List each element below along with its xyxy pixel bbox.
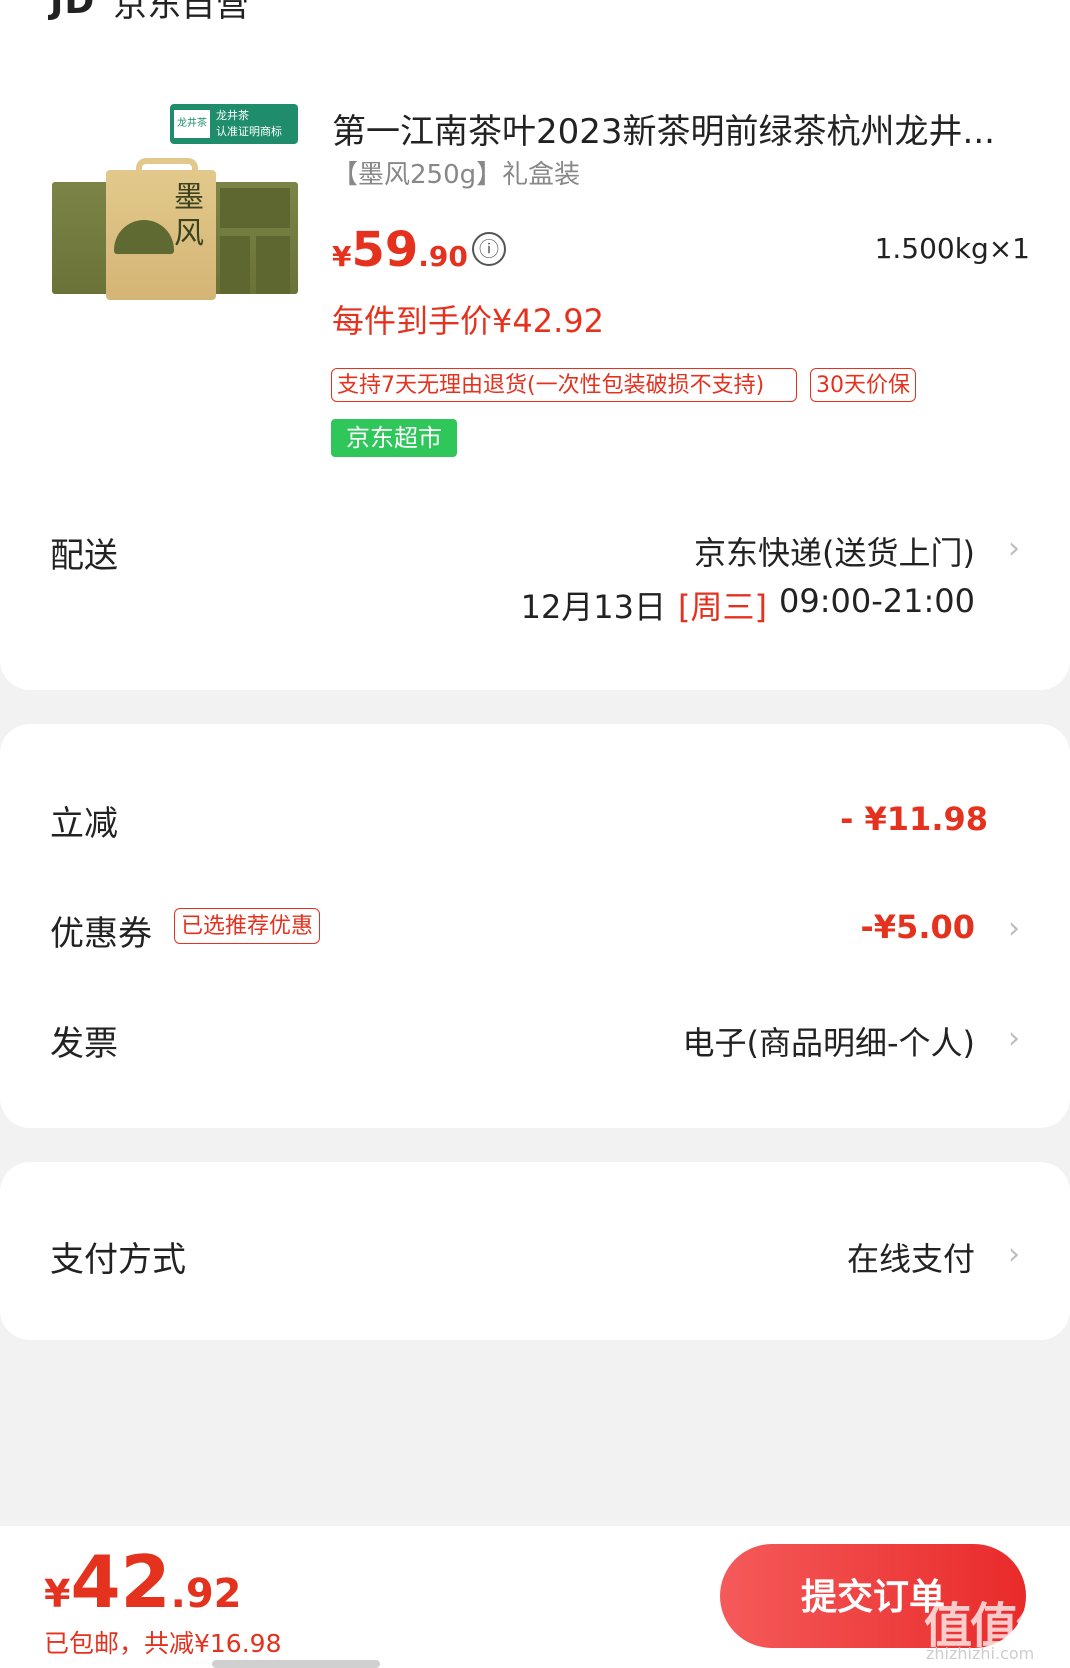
invoice-value[interactable]: 电子(商品明细-个人)	[682, 1018, 975, 1064]
delivery-weekday: [周三]	[678, 588, 768, 626]
order-total: ¥ 42 .92	[44, 1540, 242, 1624]
tea-tin	[256, 236, 290, 294]
watermark-url: zhizhizhi.com	[926, 1644, 1035, 1663]
chevron-right-icon[interactable]: ›	[1008, 1237, 1020, 1272]
trademark-badge-line2: 认准证明商标	[216, 125, 282, 138]
shop-name: 京东自营	[113, 0, 250, 25]
delivery-time[interactable]: 12月13日 [周三] 09:00-21:00	[521, 582, 975, 628]
tea-tin	[220, 236, 250, 294]
jd-supermarket-tag: 京东超市	[331, 419, 457, 457]
payment-value[interactable]: 在线支付	[847, 1234, 975, 1280]
trademark-badge-line1: 龙井茶	[216, 109, 249, 122]
total-integer: 42	[70, 1540, 171, 1624]
home-indicator	[212, 1660, 380, 1668]
delivery-date: 12月13日	[520, 588, 667, 626]
total-currency: ¥	[44, 1572, 71, 1616]
chevron-right-icon[interactable]: ›	[1008, 531, 1020, 566]
total-decimal: .92	[170, 1571, 242, 1617]
trademark-badge-logo: 龙井茶	[174, 110, 210, 138]
trademark-badge: 龙井茶 龙井茶 认准证明商标	[170, 104, 298, 144]
product-image[interactable]: 龙井茶 龙井茶 认准证明商标 墨风	[52, 100, 298, 300]
product-price: ¥ 59 .90	[332, 222, 468, 278]
price-integer: 59	[351, 222, 419, 278]
discount-label: 立减	[50, 804, 118, 844]
total-summary: 已包邮，共减¥16.98	[44, 1629, 282, 1658]
product-title[interactable]: 第一江南茶叶2023新茶明前绿茶杭州龙井...	[332, 104, 1032, 153]
coupon-label: 优惠券	[50, 914, 152, 954]
product-image-text: 墨风	[174, 180, 204, 251]
weight-quantity: 1.500kg×1	[874, 232, 1030, 265]
coupon-value[interactable]: -¥5.00	[861, 908, 976, 946]
tea-tin	[220, 188, 290, 228]
coupon-selected-tag: 已选推荐优惠	[174, 908, 321, 944]
payment-label: 支付方式	[50, 1240, 186, 1280]
delivery-label: 配送	[50, 536, 118, 576]
unit-final-price: 每件到手价¥42.92	[332, 302, 604, 340]
delivery-method[interactable]: 京东快递(送货上门)	[694, 528, 975, 574]
chevron-right-icon[interactable]: ›	[1008, 911, 1020, 946]
price-currency: ¥	[332, 240, 352, 273]
delivery-time-window: 09:00-21:00	[779, 582, 975, 620]
invoice-label: 发票	[50, 1024, 118, 1064]
discount-value: - ¥11.98	[840, 800, 988, 838]
chevron-right-icon[interactable]: ›	[1008, 1021, 1020, 1056]
return-policy-tag: 支持7天无理由退货(一次性包装破损不支持)	[331, 368, 797, 402]
price-protect-tag: 30天价保	[810, 368, 916, 402]
jd-logo: JD	[50, 0, 96, 22]
price-decimal: .90	[418, 240, 468, 273]
price-info-icon[interactable]: ⓘ	[472, 232, 506, 266]
shop-header[interactable]: JD 京东自营	[50, 0, 249, 26]
product-variant: 【墨风250g】礼盒装	[332, 160, 581, 190]
